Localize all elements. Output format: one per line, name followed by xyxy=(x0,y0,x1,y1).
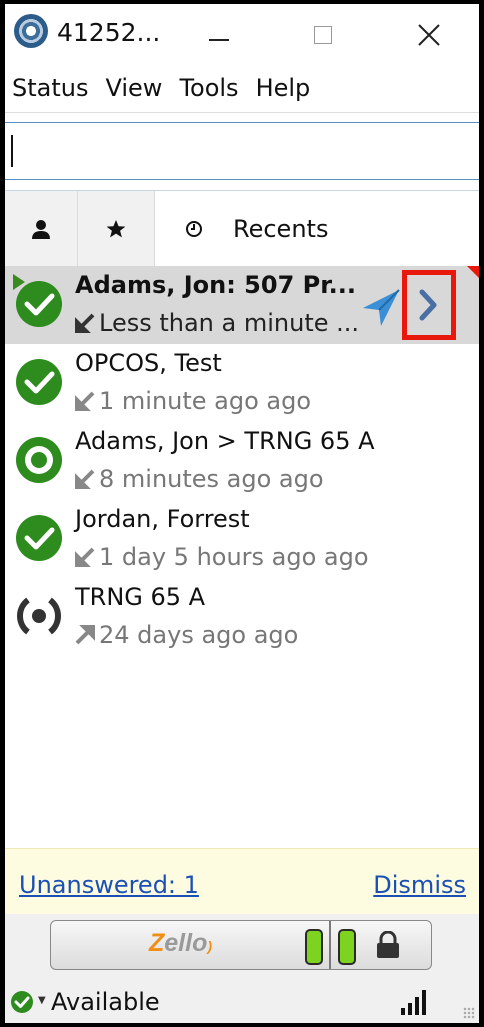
clock-icon xyxy=(186,221,202,237)
last-activity-text: 1 day 5 hours ago ago xyxy=(99,543,369,571)
recents-list: Adams, Jon: 507 Pr... Less than a minute… xyxy=(5,266,479,656)
outgoing-arrow-icon xyxy=(75,625,95,645)
last-activity: Less than a minute ... xyxy=(75,309,359,337)
online-status-icon xyxy=(16,359,62,405)
open-conversation-button[interactable] xyxy=(402,270,456,340)
status-dropdown-icon[interactable]: ▼ xyxy=(38,995,46,1006)
list-item[interactable]: Jordan, Forrest 1 day 5 hours ago ago xyxy=(5,500,479,578)
list-item[interactable]: OPCOS, Test 1 minute ago ago xyxy=(5,344,479,422)
unanswered-link[interactable]: Unanswered: 1 xyxy=(19,871,199,899)
menu-bar: Status View Tools Help xyxy=(5,74,320,110)
list-item[interactable]: Adams, Jon > TRNG 65 A 8 minutes ago ago xyxy=(5,422,479,500)
menu-view[interactable]: View xyxy=(105,74,162,110)
last-activity-text: Less than a minute ... xyxy=(99,309,360,337)
title-bar: 41252... xyxy=(5,4,479,66)
last-activity: 24 days ago ago xyxy=(75,621,298,649)
list-item[interactable]: TRNG 65 A 24 days ago ago xyxy=(5,578,479,656)
tab-contacts[interactable] xyxy=(5,191,78,267)
zello-logo: Zello) xyxy=(149,929,213,957)
last-activity: 8 minutes ago ago xyxy=(75,465,324,493)
status-bar: ▼ Available xyxy=(5,978,479,1023)
ptt-divider xyxy=(329,921,331,969)
unanswered-notification: Unanswered: 1 Dismiss xyxy=(5,848,479,915)
incoming-arrow-icon xyxy=(75,391,95,411)
menu-tools[interactable]: Tools xyxy=(179,74,238,110)
zello-app-icon xyxy=(14,14,48,48)
last-activity: 1 day 5 hours ago ago xyxy=(75,543,369,571)
dismiss-link[interactable]: Dismiss xyxy=(373,871,466,899)
zello-window: 41252... Status View Tools Help Recents xyxy=(5,4,479,1023)
last-activity-text: 24 days ago ago xyxy=(99,621,299,649)
incoming-arrow-icon xyxy=(75,547,95,567)
tab-favorites[interactable] xyxy=(78,191,155,267)
ptt-indicator-left xyxy=(305,929,323,965)
maximize-button[interactable] xyxy=(293,14,353,56)
window-title: 41252... xyxy=(57,18,161,47)
minimize-button[interactable] xyxy=(189,14,249,56)
tab-bar: Recents xyxy=(5,190,479,267)
menu-divider xyxy=(5,112,479,113)
last-activity-text: 8 minutes ago ago xyxy=(99,465,324,493)
online-status-icon xyxy=(16,281,62,327)
chevron-right-icon xyxy=(419,289,437,321)
push-to-talk-button[interactable]: Zello) xyxy=(50,920,432,970)
search-input[interactable] xyxy=(5,122,479,180)
list-item[interactable]: Adams, Jon: 507 Pr... Less than a minute… xyxy=(5,266,479,344)
last-activity-text: 1 minute ago ago xyxy=(99,387,312,415)
text-caret xyxy=(11,135,13,167)
incoming-arrow-icon xyxy=(75,469,95,489)
close-icon xyxy=(418,24,440,46)
channel-offline-icon xyxy=(17,597,61,635)
person-icon xyxy=(32,220,50,239)
contact-name: TRNG 65 A xyxy=(75,583,206,611)
available-status-icon[interactable] xyxy=(10,990,34,1014)
star-icon xyxy=(106,220,126,238)
contact-name: Adams, Jon > TRNG 65 A xyxy=(75,427,375,455)
channel-online-icon xyxy=(16,437,62,483)
tab-recents-label: Recents xyxy=(233,215,329,243)
status-label[interactable]: Available xyxy=(51,988,160,1016)
last-activity: 1 minute ago ago xyxy=(75,387,311,415)
menu-status[interactable]: Status xyxy=(12,74,88,110)
menu-help[interactable]: Help xyxy=(256,74,311,110)
contact-name: Adams, Jon: 507 Pr... xyxy=(75,271,356,299)
contact-name: Jordan, Forrest xyxy=(75,505,250,533)
signal-strength-icon xyxy=(401,990,426,1015)
lock-icon[interactable] xyxy=(375,931,401,959)
send-location-icon[interactable] xyxy=(359,286,403,330)
contact-name: OPCOS, Test xyxy=(75,349,222,377)
resize-grip-icon[interactable] xyxy=(463,1007,475,1019)
online-status-icon xyxy=(16,515,62,561)
ptt-indicator-right xyxy=(338,929,356,965)
tab-recents[interactable]: Recents xyxy=(155,191,479,267)
incoming-arrow-icon xyxy=(75,313,95,333)
unread-corner-marker xyxy=(467,266,479,278)
close-button[interactable] xyxy=(399,14,459,56)
ptt-area: Zello) xyxy=(5,914,479,978)
